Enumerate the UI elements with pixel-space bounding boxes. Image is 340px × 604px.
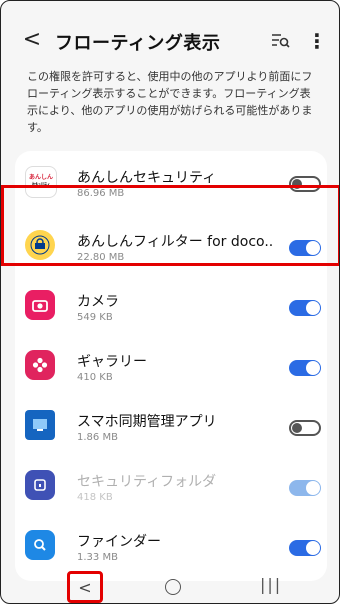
permission-toggle[interactable] [289, 420, 321, 436]
search-list-icon[interactable] [269, 29, 291, 51]
toggle-knob [306, 541, 320, 555]
app-size: 22.80 MB [77, 252, 125, 263]
app-name: スマホ同期管理アプリ [77, 414, 217, 430]
more-options-icon[interactable]: ⋮ [307, 29, 327, 53]
list-item[interactable]: あんしん ｾｷｭﾘﾃｨ あんしんセキュリティ 86.96 MB [15, 151, 327, 215]
gallery-icon [25, 350, 55, 380]
permission-toggle[interactable] [289, 176, 321, 192]
list-item[interactable]: セキュリティフォルダ 418 KB [15, 455, 327, 519]
list-item[interactable]: カメラ 549 KB [15, 275, 327, 339]
permission-toggle[interactable] [289, 240, 321, 256]
app-list: あんしん ｾｷｭﾘﾃｨ あんしんセキュリティ 86.96 MB あんしんフィルタ… [15, 151, 327, 581]
nav-back-button[interactable]: < [67, 571, 103, 603]
app-name: カメラ [77, 294, 119, 310]
navigation-bar: < ||| [1, 567, 339, 603]
home-icon[interactable] [165, 579, 181, 595]
permission-toggle[interactable] [289, 480, 321, 496]
list-item[interactable]: ギャラリー 410 KB [15, 335, 327, 399]
list-item[interactable]: スマホ同期管理アプリ 1.86 MB [15, 395, 327, 459]
permission-toggle[interactable] [289, 540, 321, 556]
app-name: あんしんフィルター for doco.. [77, 234, 274, 250]
toggle-knob [292, 423, 302, 433]
toggle-knob [306, 361, 320, 375]
app-name: セキュリティフォルダ [77, 474, 217, 490]
toggle-knob [306, 241, 320, 255]
app-size: 1.86 MB [77, 432, 118, 443]
phone-screen: < フローティング表示 ⋮ この権限を許可すると、使用中の他のアプリより前面にフ… [0, 0, 340, 604]
toggle-knob [306, 301, 320, 315]
secure-folder-icon [25, 470, 55, 500]
app-size: 1.33 MB [77, 552, 118, 563]
app-name: あんしんセキュリティ [77, 170, 217, 186]
list-item[interactable]: あんしんフィルター for doco.. 22.80 MB [15, 215, 327, 279]
anshin-security-icon: あんしん ｾｷｭﾘﾃｨ [25, 166, 57, 198]
app-bar: < フローティング表示 ⋮ [1, 19, 339, 63]
permission-toggle[interactable] [289, 360, 321, 376]
app-size: 410 KB [77, 372, 113, 383]
back-arrow-icon[interactable]: < [21, 29, 43, 53]
app-size: 86.96 MB [77, 188, 125, 199]
app-name: ギャラリー [77, 354, 147, 370]
sync-manager-icon [25, 410, 55, 440]
app-name: ファインダー [77, 534, 161, 550]
recents-icon[interactable]: ||| [260, 575, 282, 594]
finder-icon [25, 530, 55, 560]
anshin-filter-icon [25, 230, 55, 260]
app-size: 549 KB [77, 312, 113, 323]
toggle-knob [306, 481, 320, 495]
app-size: 418 KB [77, 492, 113, 503]
page-title: フローティング表示 [55, 33, 221, 54]
camera-icon [25, 290, 55, 320]
toggle-knob [292, 179, 302, 189]
permission-toggle[interactable] [289, 300, 321, 316]
permission-description: この権限を許可すると、使用中の他のアプリより前面にフローティング表示することがで… [27, 70, 313, 134]
